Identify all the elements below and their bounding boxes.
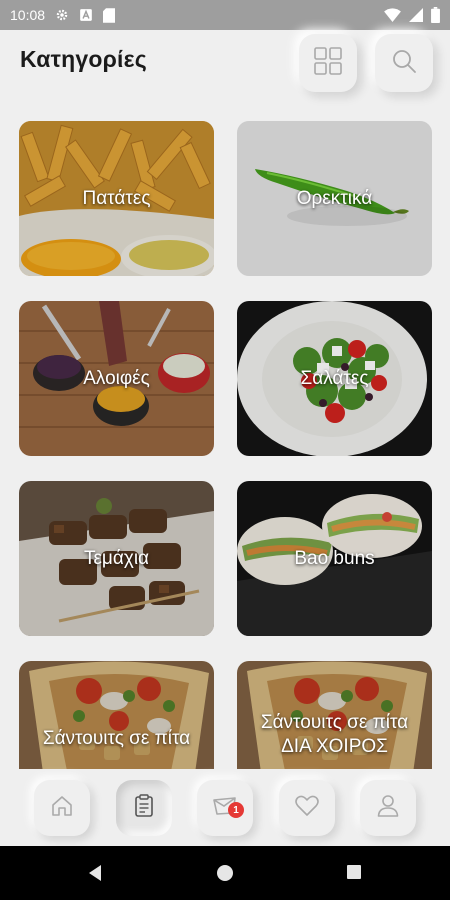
category-card-dips[interactable]: Αλοιφές [19,301,214,456]
category-card-bao-buns[interactable]: Bao buns [237,481,432,636]
a-notification-icon [79,8,93,22]
search-button[interactable] [375,34,433,92]
category-grid: Πατάτες Ορεκτικά Αλοιφές Σαλάτες Τεμάχια… [19,121,432,769]
category-label: Σαλάτες [300,367,369,389]
home-circle-icon[interactable] [216,864,234,887]
battery-icon [431,7,440,23]
category-card-pieces[interactable]: Τεμάχια [19,481,214,636]
home-icon [49,793,75,824]
search-icon [391,48,417,79]
back-icon[interactable] [86,864,104,887]
header: Κατηγορίες [0,30,450,110]
heart-icon [294,794,320,823]
user-icon [375,793,401,824]
nav-favorites-button[interactable] [279,780,335,836]
page-title: Κατηγορίες [20,46,147,72]
category-label: Τεμάχια [83,547,150,569]
nav-profile-button[interactable] [360,780,416,836]
recents-icon[interactable] [346,864,362,885]
grid-view-button[interactable] [299,34,357,92]
nav-home-button[interactable] [34,780,90,836]
wifi-icon [384,8,401,22]
gear-icon [55,8,69,22]
category-card-fries[interactable]: Πατάτες [19,121,214,276]
category-label: Αλοιφές [83,367,150,389]
category-label: Σάντουιτς σε πίτα [42,727,191,749]
bottom-navigation: 1 [0,770,450,846]
category-card-salads[interactable]: Σαλάτες [237,301,432,456]
nav-menu-button[interactable] [116,780,172,836]
status-time: 10:08 [10,7,46,23]
category-label: Ορεκτικά [296,187,373,209]
cart-badge: 1 [228,802,244,818]
nav-cart-button[interactable]: 1 [197,780,253,836]
grid-view-icon [313,46,343,81]
category-card-appetizers[interactable]: Ορεκτικά [237,121,432,276]
sd-card-icon [103,7,116,23]
category-label: Σάντουιτς σε πίτα ΔΙΑ ΧΟΙΡΟΣ [260,712,409,758]
category-label: Πατάτες [82,187,151,209]
category-card-pita-sandwich-pork[interactable]: Σάντουιτς σε πίτα ΔΙΑ ΧΟΙΡΟΣ [237,661,432,769]
menu-clipboard-icon [131,793,157,824]
category-card-pita-sandwich[interactable]: Σάντουιτς σε πίτα [19,661,214,769]
category-label: Bao buns [294,547,375,569]
pita-wrap-photo [19,661,214,769]
status-bar: 10:08 [0,0,450,30]
system-navigation-bar [0,846,450,900]
signal-icon [409,8,423,22]
